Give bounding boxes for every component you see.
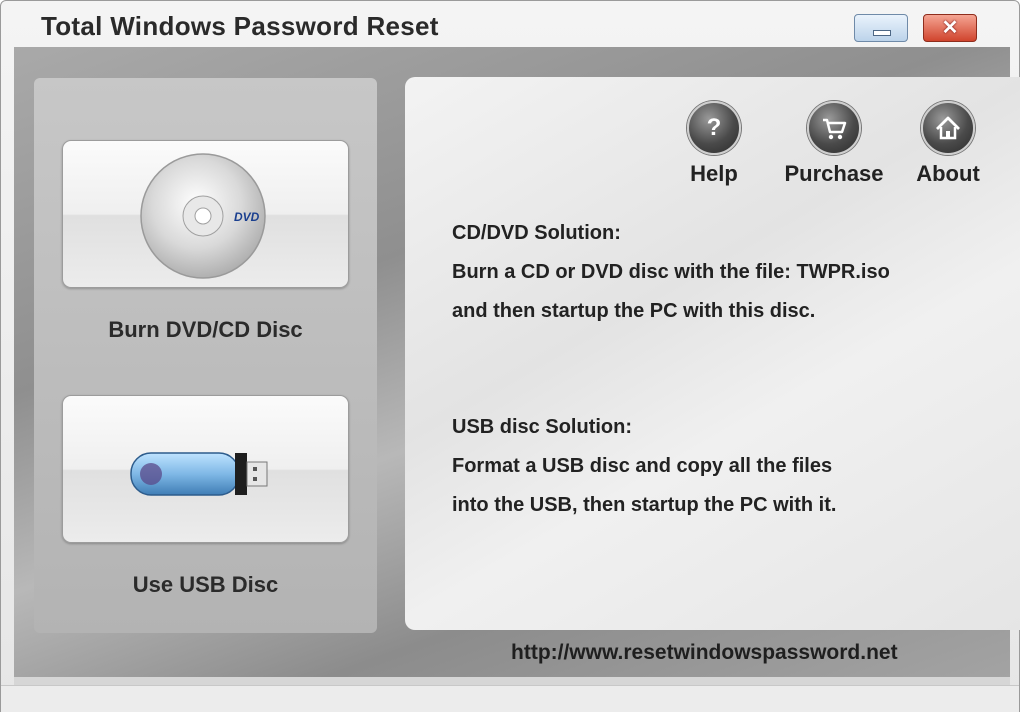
use-usb-label[interactable]: Use USB Disc [34, 572, 377, 598]
minimize-icon [873, 30, 891, 36]
cd-solution-line-1: Burn a CD or DVD disc with the file: TWP… [452, 261, 890, 283]
about-button[interactable]: About [910, 101, 986, 187]
title-bar[interactable]: Total Windows Password Reset ✕ [1, 1, 1019, 47]
cd-solution-title: CD/DVD Solution: [452, 222, 621, 244]
use-usb-button[interactable] [62, 395, 349, 543]
app-window: Total Windows Password Reset ✕ DVD Burn … [0, 0, 1020, 712]
usb-drive-icon [130, 452, 268, 496]
shopping-cart-icon [807, 101, 861, 155]
close-button[interactable]: ✕ [923, 14, 977, 42]
question-icon: ? [687, 101, 741, 155]
purchase-label: Purchase [784, 161, 884, 186]
window-title: Total Windows Password Reset [41, 11, 439, 41]
status-bar [1, 685, 1019, 712]
help-glyph: ? [706, 114, 722, 141]
close-icon: ✕ [941, 17, 959, 39]
website-link[interactable]: http://www.resetwindowspassword.net [511, 641, 898, 665]
usb-solution-text: USB disc Solution: Format a USB disc and… [452, 408, 836, 525]
help-label: Help [690, 161, 738, 186]
left-panel: DVD Burn DVD/CD Disc Use USB Disc [34, 78, 377, 633]
usb-solution-line-1: Format a USB disc and copy all the files [452, 455, 833, 477]
burn-dvd-button[interactable]: DVD [62, 140, 349, 288]
cd-solution-line-2: and then startup the PC with this disc. [452, 300, 816, 322]
right-panel: ? Help Purchase About CD/DVD Solution: B… [405, 77, 1020, 630]
help-button[interactable]: ? Help [681, 101, 747, 187]
usb-solution-title: USB disc Solution: [452, 416, 632, 438]
dvd-logo-text: DVD [234, 210, 260, 224]
minimize-button[interactable] [854, 14, 908, 42]
cd-solution-text: CD/DVD Solution: Burn a CD or DVD disc w… [452, 214, 890, 331]
dvd-disc-icon: DVD [140, 153, 266, 279]
home-icon [921, 101, 975, 155]
burn-dvd-label[interactable]: Burn DVD/CD Disc [34, 317, 377, 343]
content-bottom-strip [14, 677, 1010, 685]
purchase-button[interactable]: Purchase [777, 101, 891, 187]
usb-solution-line-2: into the USB, then startup the PC with i… [452, 494, 837, 516]
about-label: About [916, 161, 980, 186]
